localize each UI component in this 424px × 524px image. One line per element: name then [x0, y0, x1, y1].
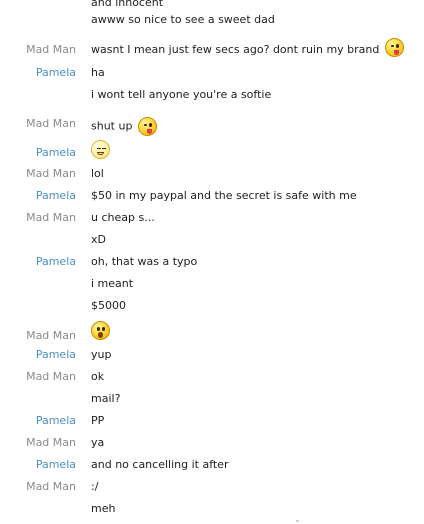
sender-name: Mad Man: [26, 370, 76, 383]
sender-name: Pamela: [35, 146, 76, 159]
message-text: ok: [91, 370, 105, 383]
sender-name: Pamela: [35, 414, 76, 427]
message-text: mail?: [91, 392, 121, 405]
scroll-indicator: [296, 520, 299, 522]
message-text: $5000: [91, 299, 126, 312]
surprised-face-icon: [91, 321, 110, 340]
message-text: and no cancelling it after: [91, 458, 229, 471]
sender-name: Mad Man: [26, 329, 76, 342]
tongue-out-face-icon: [137, 117, 157, 136]
sender-name: Pamela: [35, 66, 76, 79]
sender-name: Mad Man: [26, 43, 76, 56]
message-text: yup: [91, 348, 112, 361]
sender-name: Mad Man: [26, 436, 76, 449]
sender-name: Pamela: [35, 255, 76, 268]
sender-name: Pamela: [35, 458, 76, 471]
message-text: $50 in my paypal and the secret is safe …: [91, 189, 357, 202]
sender-name: Mad Man: [26, 480, 76, 493]
message-text: :/: [91, 480, 99, 493]
sick-face-icon: [91, 140, 110, 159]
message-text: lol: [91, 167, 104, 180]
message-text: oh, that was a typo: [91, 255, 198, 268]
message-text: shut up: [91, 117, 157, 136]
message-text: awww so nice to see a sweet dad: [91, 13, 275, 26]
message-text: u cheap s...: [91, 211, 155, 224]
sender-name: Pamela: [35, 348, 76, 361]
message-text: [91, 140, 110, 159]
message-text-content: shut up: [91, 119, 133, 133]
chat-log: and innocent awww so nice to see a sweet…: [0, 0, 424, 524]
message-text: PP: [91, 414, 105, 427]
message-text: ha: [91, 66, 105, 79]
sender-name: Mad Man: [26, 117, 76, 130]
message-text: xD: [91, 233, 106, 246]
sender-name: Mad Man: [26, 167, 76, 180]
message-text: [91, 321, 110, 340]
message-text-content: wasnt I mean just few secs ago? dont rui…: [91, 43, 380, 56]
message-text: meh: [91, 502, 116, 515]
message-text: wasnt I mean just few secs ago? dont rui…: [91, 37, 404, 57]
message-text: and innocent: [91, 0, 164, 9]
sender-name: Mad Man: [26, 211, 76, 224]
tongue-out-face-icon: [384, 37, 404, 57]
message-text: i wont tell anyone you're a softie: [91, 88, 272, 101]
message-text: i meant: [91, 277, 134, 290]
sender-name: Pamela: [35, 189, 76, 202]
message-text: ya: [91, 436, 105, 449]
